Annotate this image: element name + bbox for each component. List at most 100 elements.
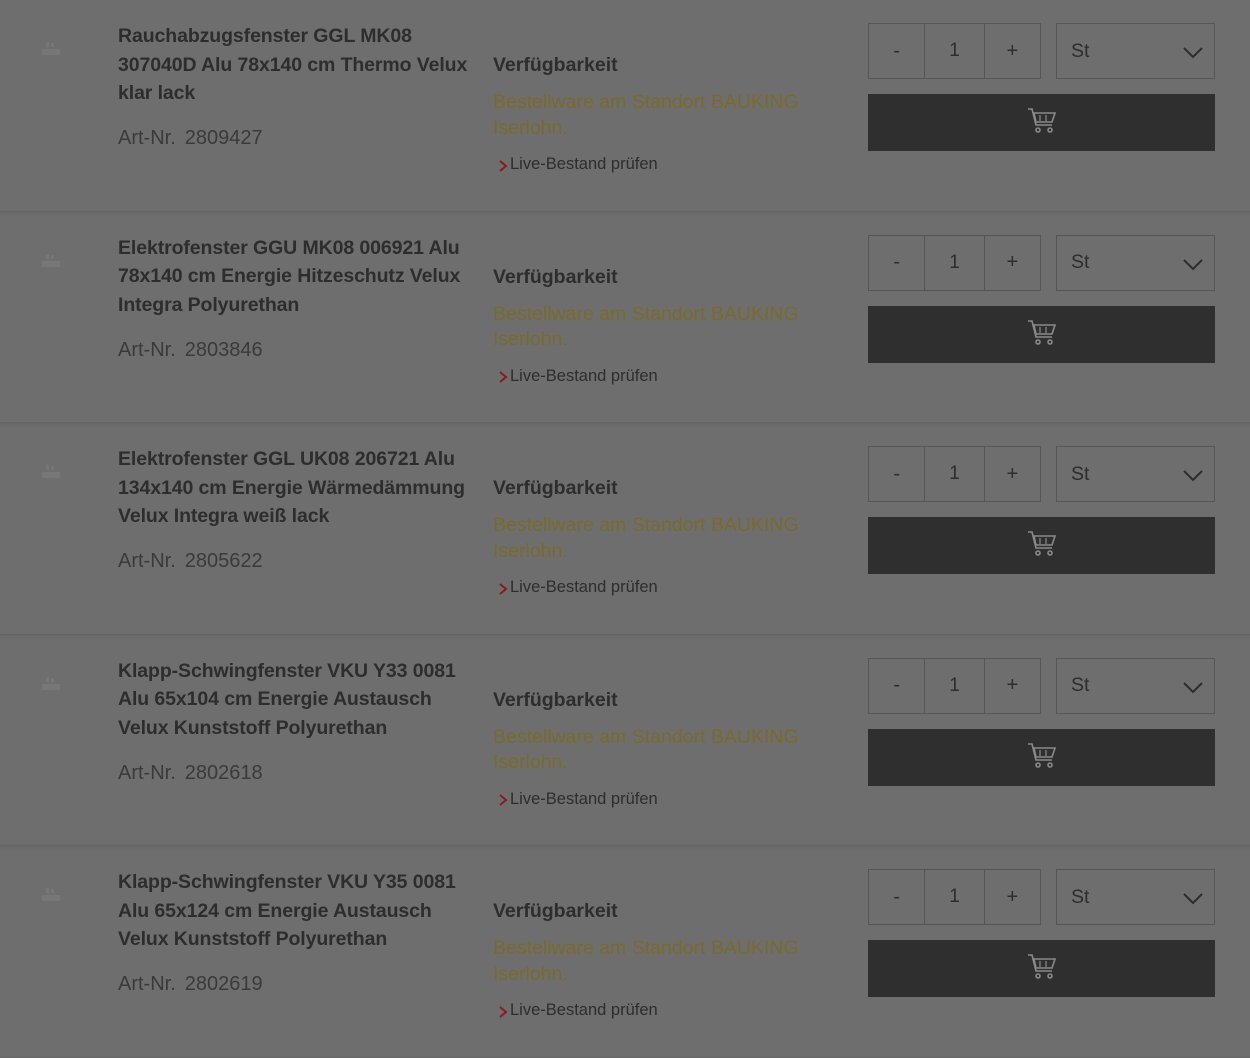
unit-select[interactable]: St <box>1056 869 1215 926</box>
availability-label: Verfügbarkeit <box>493 900 618 923</box>
product-row: Rauchabzugsfenster GGL MK08 307040D Alu … <box>0 0 1250 212</box>
quantity-increase-button[interactable]: + <box>985 659 1040 713</box>
shopping-cart-icon <box>1026 952 1058 985</box>
quantity-stepper: - 1 + <box>868 446 1041 503</box>
chevron-right-icon <box>497 370 509 384</box>
quantity-stepper: - 1 + <box>868 869 1041 926</box>
unit-select[interactable]: St <box>1056 23 1215 79</box>
article-number-value: 2803846 <box>184 338 263 361</box>
quantity-stepper: - 1 + <box>868 657 1041 714</box>
unit-select-value: St <box>1071 39 1090 62</box>
quantity-decrease-button[interactable]: - <box>869 870 924 924</box>
quantity-stepper: - 1 + <box>868 234 1041 291</box>
unit-select-value: St <box>1071 251 1090 274</box>
add-to-cart-button[interactable] <box>868 940 1215 998</box>
article-number-value: 2809427 <box>184 127 263 149</box>
live-stock-link[interactable]: Live-Bestand prüfen <box>497 1001 658 1020</box>
add-to-cart-button[interactable] <box>868 517 1215 575</box>
chevron-right-icon <box>497 582 509 596</box>
availability-label: Verfügbarkeit <box>493 688 618 711</box>
live-stock-link-label[interactable]: Live-Bestand prüfen <box>510 367 658 386</box>
quantity-input[interactable]: 1 <box>924 235 985 290</box>
shopping-cart-icon <box>1026 318 1058 351</box>
product-title[interactable]: Klapp-Schwingfenster VKU Y35 0081 Alu 65… <box>118 868 468 954</box>
image-placeholder-icon[interactable] <box>40 886 62 904</box>
shopping-cart-icon <box>1026 529 1058 562</box>
product-row: Klapp-Schwingfenster VKU Y35 0081 Alu 65… <box>0 846 1250 1058</box>
unit-select[interactable]: St <box>1056 234 1215 291</box>
article-number-label: Art-Nr. <box>118 338 176 361</box>
availability-text: Bestellware am Standort BAUKING Iserlohn… <box>493 725 799 774</box>
product-row: Klapp-Schwingfenster VKU Y33 0081 Alu 65… <box>0 635 1250 847</box>
quantity-increase-button[interactable]: + <box>985 447 1040 501</box>
quantity-input[interactable]: 1 <box>924 24 985 78</box>
product-list: Rauchabzugsfenster GGL MK08 307040D Alu … <box>0 0 1250 1058</box>
shopping-cart-icon <box>1026 106 1058 139</box>
unit-select-value: St <box>1071 462 1090 485</box>
unit-select-value: St <box>1071 674 1090 697</box>
availability-text: Bestellware am Standort BAUKING Iserlohn… <box>493 937 799 985</box>
article-number: Art-Nr. 2809427 <box>118 125 263 151</box>
article-number-label: Art-Nr. <box>118 973 176 996</box>
add-to-cart-button[interactable] <box>868 94 1215 151</box>
chevron-down-icon <box>1182 466 1204 482</box>
live-stock-link-label[interactable]: Live-Bestand prüfen <box>510 1001 658 1020</box>
image-placeholder-icon[interactable] <box>40 252 62 270</box>
live-stock-link-label[interactable]: Live-Bestand prüfen <box>510 790 658 809</box>
availability-label: Verfügbarkeit <box>493 477 618 500</box>
add-to-cart-button[interactable] <box>868 305 1215 363</box>
product-row: Elektrofenster GGL UK08 206721 Alu 134x1… <box>0 423 1250 635</box>
shopping-cart-icon <box>1026 741 1058 774</box>
availability-label: Verfügbarkeit <box>493 54 618 76</box>
product-row: Elektrofenster GGU MK08 006921 Alu 78x14… <box>0 212 1250 424</box>
image-placeholder-icon[interactable] <box>40 675 62 693</box>
chevron-down-icon <box>1182 889 1204 905</box>
unit-select[interactable]: St <box>1056 446 1215 503</box>
live-stock-link[interactable]: Live-Bestand prüfen <box>497 155 658 174</box>
product-title[interactable]: Elektrofenster GGL UK08 206721 Alu 134x1… <box>118 445 468 531</box>
availability-label: Verfügbarkeit <box>493 265 618 288</box>
live-stock-link[interactable]: Live-Bestand prüfen <box>497 367 658 386</box>
live-stock-link-label[interactable]: Live-Bestand prüfen <box>510 578 658 597</box>
article-number-label: Art-Nr. <box>118 127 176 149</box>
quantity-increase-button[interactable]: + <box>985 870 1040 924</box>
chevron-right-icon <box>497 159 509 173</box>
chevron-right-icon <box>497 1005 509 1019</box>
article-number-value: 2805622 <box>184 550 263 573</box>
article-number-label: Art-Nr. <box>118 550 176 573</box>
chevron-down-icon <box>1182 678 1204 694</box>
unit-select-value: St <box>1071 885 1090 908</box>
image-placeholder-icon[interactable] <box>40 40 62 58</box>
article-number-value: 2802619 <box>184 973 263 996</box>
image-placeholder-icon[interactable] <box>40 463 62 481</box>
article-number: Art-Nr. 2802618 <box>118 760 263 786</box>
quantity-decrease-button[interactable]: - <box>869 447 924 501</box>
quantity-input[interactable]: 1 <box>924 447 985 502</box>
quantity-increase-button[interactable]: + <box>985 24 1040 78</box>
product-title[interactable]: Klapp-Schwingfenster VKU Y33 0081 Alu 65… <box>118 657 468 743</box>
live-stock-link[interactable]: Live-Bestand prüfen <box>497 790 658 809</box>
product-title[interactable]: Elektrofenster GGU MK08 006921 Alu 78x14… <box>118 234 468 320</box>
article-number-value: 2802618 <box>184 761 263 784</box>
availability-text: Bestellware am Standort BAUKING Iserlohn… <box>493 302 799 351</box>
quantity-stepper: - 1 + <box>868 23 1041 79</box>
quantity-input[interactable]: 1 <box>924 870 985 925</box>
unit-select[interactable]: St <box>1056 657 1215 714</box>
chevron-right-icon <box>497 793 509 807</box>
chevron-down-icon <box>1182 255 1204 271</box>
availability-text: Bestellware am Standort BAUKING Iserlohn… <box>493 514 799 562</box>
quantity-decrease-button[interactable]: - <box>869 659 924 713</box>
live-stock-link[interactable]: Live-Bestand prüfen <box>497 578 658 597</box>
quantity-increase-button[interactable]: + <box>985 236 1040 290</box>
product-title[interactable]: Rauchabzugsfenster GGL MK08 307040D Alu … <box>118 22 468 108</box>
article-number: Art-Nr. 2805622 <box>118 548 263 574</box>
quantity-input[interactable]: 1 <box>924 658 985 713</box>
article-number-label: Art-Nr. <box>118 761 176 784</box>
availability-text: Bestellware am Standort BAUKING Iserlohn… <box>493 91 799 139</box>
quantity-decrease-button[interactable]: - <box>869 24 924 78</box>
add-to-cart-button[interactable] <box>868 728 1215 786</box>
live-stock-link-label[interactable]: Live-Bestand prüfen <box>510 155 658 174</box>
chevron-down-icon <box>1182 43 1204 59</box>
article-number: Art-Nr. 2802619 <box>118 971 263 997</box>
quantity-decrease-button[interactable]: - <box>869 236 924 290</box>
